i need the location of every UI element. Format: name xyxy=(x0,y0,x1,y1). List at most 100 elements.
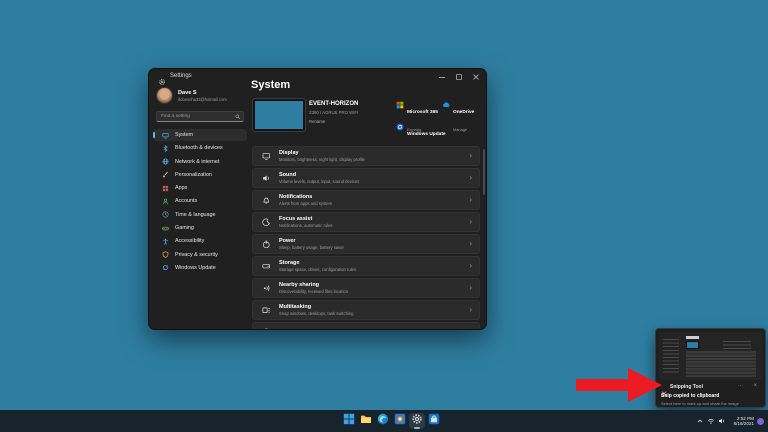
snip-thumbnail[interactable] xyxy=(659,332,762,380)
sidebar-item-label: Apps xyxy=(175,185,187,191)
maximize-button[interactable] xyxy=(450,69,467,84)
minimize-button[interactable] xyxy=(433,69,450,84)
sidebar-item-apps[interactable]: Apps xyxy=(153,182,247,194)
chevron-up-icon[interactable] xyxy=(694,413,705,429)
storage-icon xyxy=(262,262,271,271)
chevron-right-icon: › xyxy=(469,151,472,160)
display-icon xyxy=(262,152,271,161)
sidebar-item-label: Privacy & security xyxy=(175,252,218,258)
chevron-right-icon: › xyxy=(469,305,472,314)
settings-window: Settings Dave S ddoesnha33@hotmail.com xyxy=(148,68,487,330)
sidebar-item-accounts[interactable]: Accounts xyxy=(153,195,247,207)
nearby-sharing-icon xyxy=(262,284,271,293)
windows-update-icon xyxy=(395,122,404,131)
sidebar-item-privacy-security[interactable]: Privacy & security xyxy=(153,249,247,261)
accessibility-icon xyxy=(161,238,169,245)
search-icon xyxy=(233,114,243,120)
settings-row-nearby-sharing[interactable]: Nearby sharingDiscoverability, received … xyxy=(252,278,480,298)
toast-title: Snip copied to clipboard xyxy=(661,393,719,399)
globe-icon xyxy=(161,158,169,165)
row-subtitle: Alerts from apps and system xyxy=(279,201,332,206)
sidebar-item-bluetooth-devices[interactable]: Bluetooth & devices xyxy=(153,142,247,154)
settings-row-display[interactable]: DisplayMonitors, brightness, night light… xyxy=(252,146,480,166)
thumb-heading-line xyxy=(686,336,699,339)
rename-button[interactable]: Rename xyxy=(309,119,325,124)
monitor-icon xyxy=(161,132,169,139)
user-name: Dave S xyxy=(178,90,227,97)
folder-icon xyxy=(360,412,372,430)
sidebar-item-windows-update[interactable]: Windows Update xyxy=(153,262,247,274)
sidebar-item-system[interactable]: System xyxy=(153,129,247,141)
settings-row-sound[interactable]: SoundVolume levels, output, input, sound… xyxy=(252,168,480,188)
toast-app-name: Snipping Tool xyxy=(670,384,703,390)
power-icon xyxy=(262,240,271,249)
close-button[interactable] xyxy=(467,69,484,84)
brush-icon xyxy=(161,171,169,178)
edge-button[interactable] xyxy=(375,413,391,429)
device-name: EVENT-HORIZON xyxy=(309,101,358,107)
sidebar-item-label: Accessibility xyxy=(175,238,204,244)
moon-icon xyxy=(262,218,271,227)
sidebar-item-label: Personalization xyxy=(175,172,212,178)
wifi-icon[interactable] xyxy=(705,413,716,429)
user-account[interactable]: Dave S ddoesnha33@hotmail.com xyxy=(156,87,227,104)
chevron-right-icon: › xyxy=(469,283,472,292)
activation-icon xyxy=(262,328,271,329)
scrollbar[interactable] xyxy=(483,149,485,195)
window-title: Settings xyxy=(170,73,192,79)
settings-row-notifications[interactable]: NotificationsAlerts from apps and system… xyxy=(252,190,480,210)
settings-row-storage[interactable]: StorageStorage space, drives, configurat… xyxy=(252,256,480,276)
sidebar-item-label: Gaming xyxy=(175,225,194,231)
bluetooth-icon xyxy=(161,145,169,152)
row-subtitle: Snap windows, desktops, task switching xyxy=(279,311,353,316)
page-title: System xyxy=(251,79,290,91)
more-options-icon[interactable]: ··· xyxy=(738,383,743,389)
search-input[interactable] xyxy=(157,114,233,119)
sidebar: Dave S ddoesnha33@hotmail.com System Blu… xyxy=(149,85,251,329)
settings-row-focus-assist[interactable]: Focus assistNotifications, automatic rul… xyxy=(252,212,480,232)
sidebar-item-time-language[interactable]: Time & language xyxy=(153,209,247,221)
bell-icon xyxy=(262,196,271,205)
start-button[interactable] xyxy=(341,413,357,429)
photos-icon xyxy=(394,412,406,430)
annotation-arrow xyxy=(574,363,666,407)
quicklink-title: Windows Update xyxy=(407,132,446,137)
settings-row-activation[interactable]: Activation › xyxy=(252,322,480,329)
settings-row-multitasking[interactable]: MultitaskingSnap windows, desktops, task… xyxy=(252,300,480,320)
store-button[interactable] xyxy=(426,413,442,429)
row-subtitle: Notifications, automatic rules xyxy=(279,223,333,228)
tray-time: 2:52 PM xyxy=(737,416,754,421)
window-controls xyxy=(433,69,484,84)
sidebar-item-personalization[interactable]: Personalization xyxy=(153,169,247,181)
taskbar: 2:52 PM 6/16/2021 xyxy=(0,410,768,432)
device-thumbnail xyxy=(253,99,305,131)
sound-icon xyxy=(262,174,271,183)
sidebar-item-gaming[interactable]: Gaming xyxy=(153,222,247,234)
thumb-quicklink-lines xyxy=(723,341,751,349)
file-explorer-button[interactable] xyxy=(358,413,374,429)
system-tray: 2:52 PM 6/16/2021 xyxy=(694,410,768,432)
chevron-right-icon: › xyxy=(469,195,472,204)
sidebar-item-accessibility[interactable]: Accessibility xyxy=(153,235,247,247)
settings-row-power[interactable]: PowerSleep, battery usage, battery saver… xyxy=(252,234,480,254)
photos-button[interactable] xyxy=(392,413,408,429)
quicklink-title: Microsoft 365 xyxy=(407,110,438,115)
taskbar-center xyxy=(341,413,442,429)
sidebar-item-label: System xyxy=(175,132,193,138)
sidebar-item-network-internet[interactable]: Network & internet xyxy=(153,156,247,168)
snipping-tool-toast[interactable]: Snipping Tool ··· × Snip copied to clipb… xyxy=(655,328,766,408)
avatar xyxy=(156,87,173,104)
chevron-right-icon: › xyxy=(469,173,472,182)
person-icon xyxy=(161,198,169,205)
search-box[interactable] xyxy=(156,111,244,122)
quicklink-title: OneDrive xyxy=(453,110,474,115)
user-email: ddoesnha33@hotmail.com xyxy=(178,97,227,102)
toast-close-icon[interactable]: × xyxy=(753,383,757,389)
chevron-right-icon: › xyxy=(469,327,472,329)
volume-icon[interactable] xyxy=(716,413,727,429)
edge-icon xyxy=(377,412,389,430)
sidebar-item-label: Bluetooth & devices xyxy=(175,145,223,151)
taskbar-clock[interactable]: 2:52 PM 6/16/2021 xyxy=(730,416,754,427)
notification-badge[interactable] xyxy=(757,418,764,425)
settings-taskbar-button[interactable] xyxy=(409,413,425,429)
